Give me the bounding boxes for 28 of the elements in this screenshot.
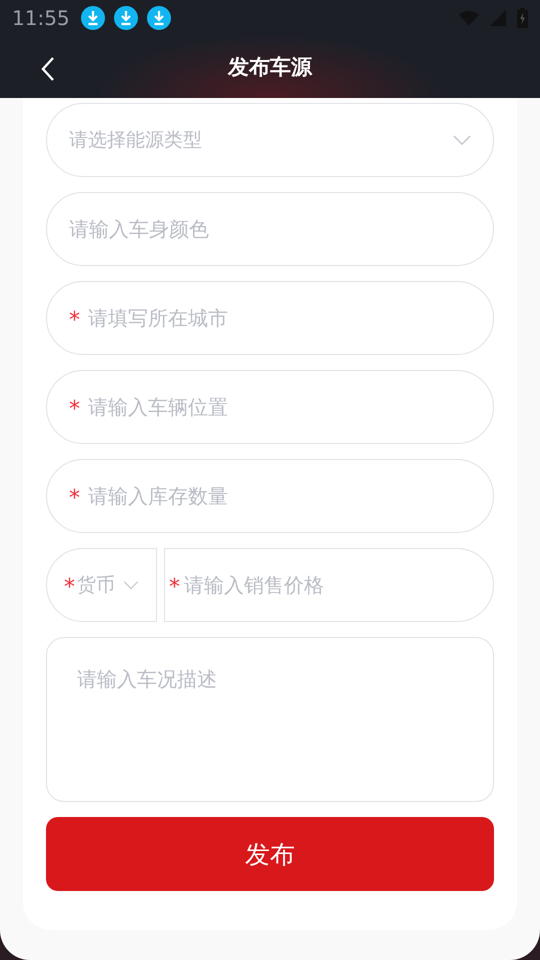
- input-field[interactable]: 请填写所在城市: [88, 306, 471, 330]
- chevron-down-icon: [453, 134, 471, 146]
- download-icon: [80, 6, 105, 30]
- required-mark: *: [69, 310, 80, 332]
- input-field[interactable]: 请输入车身颜色: [69, 217, 471, 241]
- required-mark: *: [169, 577, 180, 599]
- select-placeholder: 请选择能源类型: [69, 128, 203, 153]
- download-icon: [146, 6, 171, 30]
- page-title: 发布车源: [228, 54, 312, 81]
- input-field[interactable]: 请输入车辆位置: [88, 395, 471, 419]
- back-icon[interactable]: [41, 56, 55, 82]
- download-icon: [114, 6, 138, 30]
- chevron-down-icon: [123, 580, 139, 590]
- battery-icon: [517, 8, 528, 28]
- text-field[interactable]: 请输入车身颜色: [46, 192, 494, 266]
- required-mark: *: [69, 399, 80, 421]
- text-field[interactable]: * 请输入库存数量: [46, 459, 494, 533]
- required-mark: *: [64, 577, 75, 599]
- description-field[interactable]: 请输入车况描述: [46, 637, 494, 802]
- required-mark: *: [69, 488, 80, 510]
- text-field[interactable]: * 请输入车辆位置: [46, 370, 494, 444]
- price-field[interactable]: * 请输入销售价格: [164, 548, 494, 622]
- publish-button[interactable]: 发布: [46, 817, 494, 891]
- text-field[interactable]: * 请填写所在城市: [46, 281, 494, 355]
- status-time: 11:55: [12, 6, 70, 30]
- input-field[interactable]: 请输入库存数量: [88, 484, 471, 508]
- currency-placeholder: 货币: [77, 573, 115, 598]
- price-input[interactable]: 请输入销售价格: [184, 573, 471, 597]
